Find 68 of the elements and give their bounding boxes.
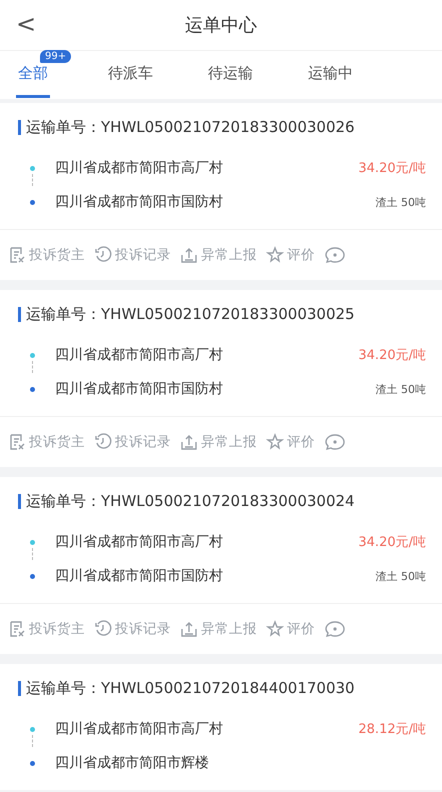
accent-bar — [18, 306, 21, 322]
upload-icon — [180, 620, 198, 638]
route-connector — [32, 735, 33, 747]
route-dot — [30, 386, 35, 392]
route-connector — [32, 174, 33, 186]
route-dot — [30, 200, 35, 204]
star-icon — [266, 433, 284, 451]
price-text: 34.20元/吨 — [358, 534, 426, 551]
cargo-text: 渣土 50吨 — [376, 568, 426, 584]
document-icon — [8, 433, 26, 451]
price-text: 28.12元/吨 — [358, 721, 426, 738]
cargo-text: 渣土 50吨 — [376, 194, 426, 210]
route-dot — [30, 540, 35, 544]
order-number: 运输单号：YHWL0500210720184400170030 — [26, 678, 355, 698]
route-dot — [30, 352, 35, 358]
action-button[interactable]: 异常上报 — [178, 618, 259, 640]
price-text: 34.20元/吨 — [358, 160, 426, 177]
action-button[interactable]: 评价 — [264, 618, 317, 640]
route-dot — [30, 166, 35, 170]
tab[interactable]: 运输中 — [306, 52, 355, 98]
action-button[interactable]: 评价 — [264, 244, 317, 266]
action-button[interactable]: 异常上报 — [178, 244, 259, 266]
action-button[interactable]: 投诉货主 — [6, 244, 87, 266]
address-text: 四川省成都市简阳市国防村 — [55, 567, 224, 585]
tab[interactable]: 待派车 — [106, 52, 155, 98]
back-button[interactable]: < — [10, 8, 42, 40]
star-icon — [266, 620, 284, 638]
action-button[interactable]: 投诉货主 — [6, 618, 87, 640]
clock-icon — [94, 246, 112, 264]
action-button[interactable]: 投诉记录 — [92, 244, 173, 266]
action-button[interactable]: 投诉记录 — [92, 618, 173, 640]
action-button[interactable]: 异常上报 — [178, 431, 259, 453]
route-dot — [30, 760, 35, 766]
upload-icon — [180, 433, 198, 451]
accent-bar — [18, 120, 21, 134]
address-text: 四川省成都市简阳市高厂村 — [55, 346, 224, 364]
accent-bar — [18, 680, 21, 696]
address-text: 四川省成都市简阳市高厂村 — [55, 533, 224, 551]
order-number: 运输单号：YHWL0500210720183300030026 — [26, 118, 355, 136]
address-text: 四川省成都市简阳市高厂村 — [55, 720, 224, 738]
chat-icon — [324, 246, 346, 264]
document-icon — [8, 246, 26, 264]
route-connector — [32, 361, 33, 373]
route-dot — [30, 726, 35, 732]
star-icon — [266, 246, 284, 264]
order-number: 运输单号：YHWL0500210720183300030024 — [26, 492, 355, 510]
route-dot — [30, 574, 35, 578]
clock-icon — [94, 620, 112, 638]
document-icon — [8, 620, 26, 638]
action-button[interactable]: 投诉记录 — [92, 431, 173, 453]
upload-icon — [180, 246, 198, 264]
route-connector — [32, 548, 33, 560]
address-text: 四川省成都市简阳市国防村 — [55, 380, 224, 398]
action-button[interactable]: 评价 — [264, 431, 317, 453]
address-text: 四川省成都市简阳市国防村 — [55, 193, 224, 211]
address-text: 四川省成都市简阳市高厂村 — [55, 159, 224, 177]
order-number: 运输单号：YHWL0500210720183300030025 — [26, 304, 355, 324]
cargo-text: 渣土 50吨 — [376, 382, 426, 396]
action-button[interactable]: 投诉货主 — [6, 431, 87, 453]
accent-bar — [18, 494, 21, 508]
clock-icon — [94, 433, 112, 451]
page-title: 运单中心 — [185, 14, 257, 37]
price-text: 34.20元/吨 — [358, 347, 426, 364]
tab[interactable]: 待运输 — [206, 52, 255, 98]
chat-icon — [324, 620, 346, 638]
count-badge: 99+ — [40, 50, 72, 63]
chat-icon — [324, 433, 346, 451]
address-text: 四川省成都市简阳市辉楼 — [55, 754, 210, 772]
